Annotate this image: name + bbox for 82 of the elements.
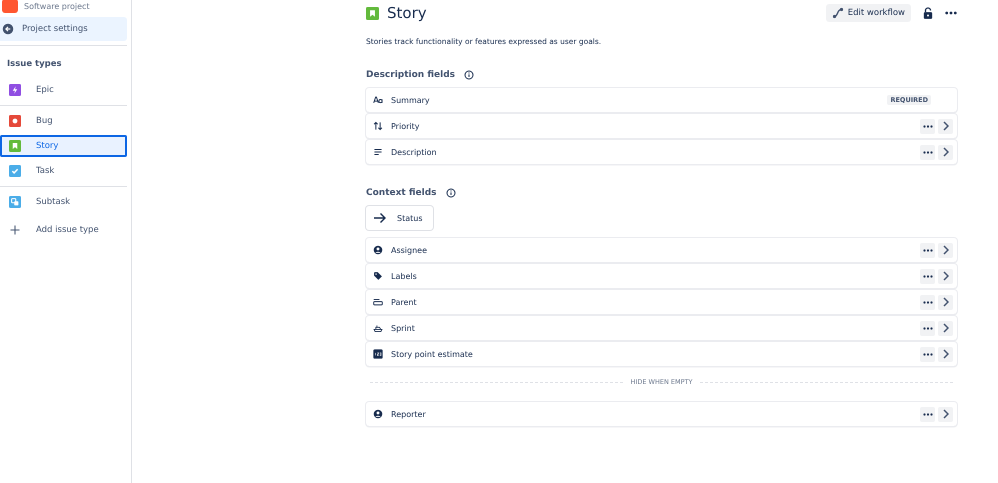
more-options-button[interactable] bbox=[920, 268, 935, 284]
page-title: Story bbox=[387, 4, 427, 22]
chevron-right-icon bbox=[942, 245, 948, 255]
chevron-right-icon bbox=[942, 409, 948, 419]
tag-icon bbox=[373, 271, 383, 281]
more-icon bbox=[922, 150, 932, 154]
issue-type-item[interactable]: Task bbox=[0, 160, 127, 182]
add-issue-type-link[interactable]: Add issue type bbox=[0, 219, 127, 241]
issue-type-item[interactable]: Subtask bbox=[0, 191, 127, 213]
issue-type-item[interactable]: Story bbox=[0, 135, 127, 157]
field-label: Summary bbox=[391, 96, 430, 104]
project-type: Software project bbox=[24, 2, 90, 10]
number-icon bbox=[373, 349, 383, 359]
expand-button[interactable] bbox=[938, 118, 953, 134]
project-settings-link[interactable]: Project settings bbox=[0, 17, 127, 41]
back-icon bbox=[2, 23, 14, 35]
field-row[interactable]: Reporter bbox=[366, 402, 957, 426]
plus-icon bbox=[9, 224, 21, 236]
expand-button[interactable] bbox=[938, 294, 953, 310]
expand-button[interactable] bbox=[938, 242, 953, 258]
field-row[interactable]: Description bbox=[366, 140, 957, 164]
expand-button[interactable] bbox=[938, 144, 953, 160]
field-label: Description bbox=[391, 148, 437, 156]
section-heading: Description fields bbox=[366, 70, 456, 80]
arrow-right-icon bbox=[373, 212, 387, 224]
expand-button[interactable] bbox=[938, 406, 953, 422]
field-row[interactable]: Sprint bbox=[366, 316, 957, 340]
field-row[interactable]: Parent bbox=[366, 290, 957, 314]
more-options-button[interactable] bbox=[920, 320, 935, 336]
chevron-right-icon bbox=[942, 147, 948, 157]
chevron-right-icon bbox=[942, 271, 948, 281]
field-row[interactable]: Story point estimate bbox=[366, 342, 957, 366]
info-icon[interactable] bbox=[464, 70, 474, 80]
expand-button[interactable] bbox=[938, 268, 953, 284]
chevron-right-icon bbox=[942, 297, 948, 307]
workflow-icon bbox=[832, 7, 844, 19]
field-label: Parent bbox=[391, 298, 417, 306]
more-icon bbox=[922, 248, 932, 252]
expand-button[interactable] bbox=[938, 346, 953, 362]
unlock-icon[interactable] bbox=[923, 7, 933, 19]
field-label: Reporter bbox=[391, 410, 426, 418]
info-icon[interactable] bbox=[446, 188, 456, 198]
more-options-button[interactable] bbox=[920, 144, 935, 160]
more-options-button[interactable] bbox=[920, 242, 935, 258]
more-icon bbox=[922, 412, 932, 416]
more-icon bbox=[922, 352, 932, 356]
more-icon bbox=[922, 124, 932, 128]
more-options-button[interactable] bbox=[920, 294, 935, 310]
status-field-chip[interactable]: Status bbox=[366, 206, 432, 230]
field-label: Labels bbox=[391, 272, 417, 280]
section-heading: Context fields bbox=[366, 188, 437, 198]
person-icon bbox=[373, 245, 383, 255]
field-label: Priority bbox=[391, 122, 420, 130]
field-label: Assignee bbox=[391, 246, 428, 254]
field-label: Sprint bbox=[391, 324, 415, 332]
field-row[interactable]: Assignee bbox=[366, 238, 957, 262]
person-icon bbox=[373, 409, 383, 419]
more-options-button[interactable] bbox=[920, 346, 935, 362]
field-row[interactable]: Priority bbox=[366, 114, 957, 138]
text-icon bbox=[373, 95, 383, 105]
expand-button[interactable] bbox=[938, 320, 953, 336]
more-icon bbox=[922, 300, 932, 304]
priority-icon bbox=[373, 121, 383, 131]
edit-workflow-button[interactable]: Edit workflow bbox=[826, 4, 911, 22]
more-icon[interactable] bbox=[945, 11, 957, 15]
lines-icon bbox=[373, 147, 383, 157]
issue-type-item[interactable]: Bug bbox=[0, 110, 127, 132]
section-title: Issue types bbox=[6, 58, 63, 71]
chevron-right-icon bbox=[942, 349, 948, 359]
field-row[interactable]: Labels bbox=[366, 264, 957, 288]
project-logo-icon bbox=[2, 0, 18, 13]
issue-type-item[interactable]: Epic bbox=[0, 79, 127, 101]
parent-icon bbox=[373, 297, 383, 307]
sprint-icon bbox=[373, 323, 383, 333]
more-options-button[interactable] bbox=[920, 118, 935, 134]
more-icon bbox=[922, 274, 932, 278]
story-icon bbox=[366, 6, 379, 20]
more-options-button[interactable] bbox=[920, 406, 935, 422]
chevron-right-icon bbox=[942, 121, 948, 131]
field-label: Story point estimate bbox=[391, 350, 473, 358]
chevron-right-icon bbox=[942, 323, 948, 333]
more-icon bbox=[922, 326, 932, 330]
